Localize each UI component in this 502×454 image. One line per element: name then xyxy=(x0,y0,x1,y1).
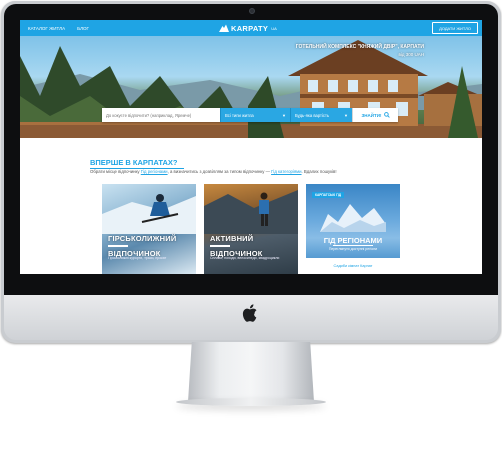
apple-logo-icon xyxy=(242,304,257,322)
hero-caption-title: ГОТЕЛЬНИЙ КОМПЛЕКС "КНЯЖИЙ ДВІР", КАРПАТ… xyxy=(295,44,424,50)
housing-type-label: Всі типи житла xyxy=(225,112,254,118)
card-ski-title-line1: ГІРСЬКОЛИЖНИЙ xyxy=(108,234,177,243)
regions-badge: КАРПАТСЬКІ ГІД xyxy=(312,192,345,198)
card-regions[interactable]: КАРПАТСЬКІ ГІД ГІД РЕГІОНАМИ Переглянути… xyxy=(306,184,400,274)
search-bar: Всі типи житла ▼ Будь-яка вартість ▼ ЗНА… xyxy=(102,108,398,122)
search-icon xyxy=(383,112,390,118)
card-ski-desc: Гірськолижні курорти, траси, прокат xyxy=(108,256,167,260)
intro-text-end: . Вдалих пошуків! xyxy=(301,169,337,174)
skier-image xyxy=(102,194,196,234)
top-navbar: КАТАЛОГ ЖИТЛА БЛОГ KARPATY UA ДОДАТИ ЖИТ… xyxy=(20,20,482,36)
hiker-image xyxy=(204,190,298,234)
title-divider xyxy=(210,245,230,247)
search-input[interactable] xyxy=(102,108,220,122)
card-regions-title: ГІД РЕГІОНАМИ xyxy=(323,236,383,245)
card-regions-footer[interactable]: Садиби кімнат Карпат xyxy=(306,258,400,274)
website-screen: КАТАЛОГ ЖИТЛА БЛОГ KARPATY UA ДОДАТИ ЖИТ… xyxy=(20,20,482,274)
chevron-down-icon: ▼ xyxy=(344,112,348,118)
chevron-down-icon: ▼ xyxy=(282,112,286,118)
find-button[interactable]: ЗНАЙТИ! xyxy=(352,108,398,122)
intro-text-middle: , а визначитись з дозвіллям за типом від… xyxy=(167,169,272,174)
card-active[interactable]: АКТИВНИЙ ВІДПОЧИНОК Сплави, походи, вело… xyxy=(204,184,298,274)
category-cards: ГІРСЬКОЛИЖНИЙ ВІДПОЧИНОК Гірськолижні ку… xyxy=(102,184,402,274)
price-select-label: Будь-яка вартість xyxy=(295,112,330,118)
section-heading: ВПЕРШЕ В КАРПАТАХ? xyxy=(90,158,178,167)
card-ski[interactable]: ГІРСЬКОЛИЖНИЙ ВІДПОЧИНОК Гірськолижні ку… xyxy=(102,184,196,274)
logo-text: KARPATY xyxy=(231,23,269,33)
title-divider xyxy=(108,245,128,247)
stand-base xyxy=(176,398,326,406)
nav-blog-link[interactable]: БЛОГ xyxy=(77,26,89,31)
hero-caption[interactable]: ГОТЕЛЬНИЙ КОМПЛЕКС "КНЯЖИЙ ДВІР", КАРПАТ… xyxy=(296,44,424,58)
mountain-logo-icon xyxy=(219,24,229,32)
hero-banner: ГОТЕЛЬНИЙ КОМПЛЕКС "КНЯЖИЙ ДВІР", КАРПАТ… xyxy=(20,36,482,138)
price-select[interactable]: Будь-яка вартість ▼ xyxy=(290,108,352,122)
hero-caption-price: від 300 UAH xyxy=(398,52,424,57)
add-listing-button[interactable]: ДОДАТИ ЖИТЛО xyxy=(432,22,478,34)
camera-icon xyxy=(249,8,255,14)
site-logo[interactable]: KARPATY UA xyxy=(219,22,277,34)
monitor-stand xyxy=(188,342,314,402)
nav-catalog-link[interactable]: КАТАЛОГ ЖИТЛА xyxy=(28,26,65,31)
card-active-desc: Сплави, походи, велосипеди, квадроцикли xyxy=(210,256,280,260)
card-active-title-line1: АКТИВНИЙ xyxy=(210,234,254,243)
card-ski-title: ГІРСЬКОЛИЖНИЙ ВІДПОЧИНОК xyxy=(108,234,176,258)
regions-guide-link[interactable]: Гід регіонами xyxy=(141,169,168,174)
intro-text-start: Обрати місце відпочинку xyxy=(90,169,141,174)
monitor-chin xyxy=(4,295,498,340)
logo-sub: UA xyxy=(271,25,277,31)
imac-mockup: КАТАЛОГ ЖИТЛА БЛОГ KARPATY UA ДОДАТИ ЖИТ… xyxy=(0,0,502,454)
map-image xyxy=(320,204,386,232)
find-button-label: ЗНАЙТИ! xyxy=(361,112,382,118)
card-regions-subtitle: Переглянути доступні регіони xyxy=(328,247,378,251)
main-content: ВПЕРШЕ В КАРПАТАХ? Обрати місце відпочин… xyxy=(20,138,482,274)
housing-type-select[interactable]: Всі типи житла ▼ xyxy=(220,108,290,122)
title-divider xyxy=(333,245,373,246)
card-active-title: АКТИВНИЙ ВІДПОЧИНОК xyxy=(210,234,263,258)
intro-text: Обрати місце відпочинку Гід регіонами, а… xyxy=(90,169,420,174)
categories-guide-link[interactable]: Гід категоріями xyxy=(271,169,301,174)
